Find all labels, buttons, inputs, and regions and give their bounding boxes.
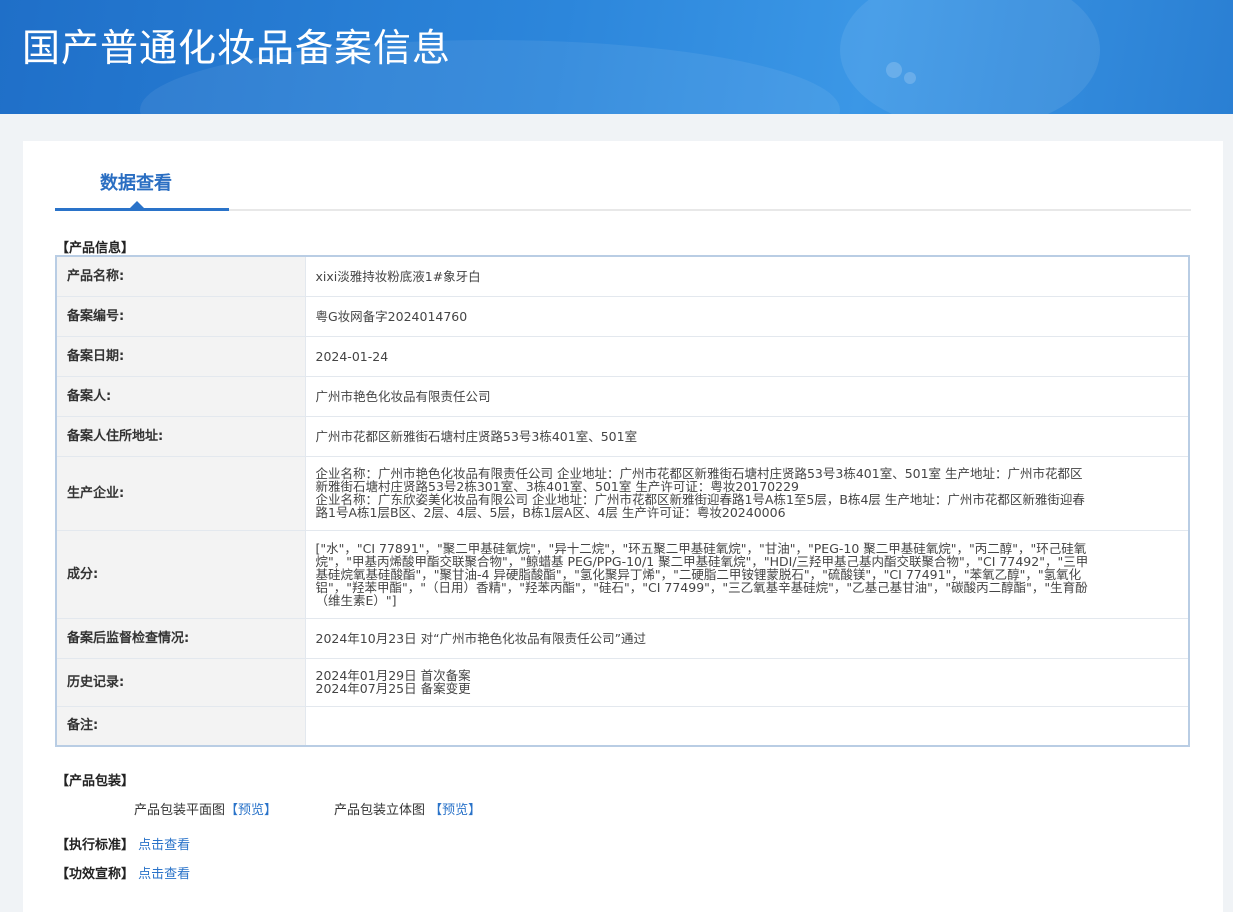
packaging-solid-row: 产品包装立体图 【预览】 <box>334 799 481 818</box>
standard-label: 【执行标准】 <box>56 838 135 853</box>
row-label: 历史记录: <box>55 657 306 707</box>
product-info-table: 产品名称: xixi淡雅持妆粉底液1#象牙白 备案编号: 粤G妆网备字20240… <box>55 255 1190 747</box>
row-label: 备案后监督检查情况: <box>55 617 306 659</box>
packaging-solid-label: 产品包装立体图 <box>334 803 426 818</box>
filing-number-value: 粤G妆网备字2024014760 <box>304 295 1190 337</box>
content-card: 数据查看 【产品信息】 产品名称: xixi淡雅持妆粉底液1#象牙白 备案编号:… <box>23 141 1223 912</box>
row-label: 备注: <box>55 705 306 747</box>
table-row: 成分: ["水"，"CI 77891"，"聚二甲基硅氧烷"，"异十二烷"，"环五… <box>55 529 1190 619</box>
efficacy-view-link[interactable]: 点击查看 <box>138 867 190 882</box>
table-row: 备案编号: 粤G妆网备字2024014760 <box>55 295 1190 337</box>
banner-dot <box>886 62 902 78</box>
history-line: 2024年01月29日 首次备案 <box>315 669 471 682</box>
packaging-flat-label: 产品包装平面图 <box>134 803 226 818</box>
packaging-flat-row: 产品包装平面图【预览】 <box>134 799 277 818</box>
efficacy-row: 【功效宣称】 点击查看 <box>56 863 190 882</box>
row-label: 备案人住所地址: <box>55 415 306 457</box>
row-label: 成分: <box>55 529 306 619</box>
product-name-value: xixi淡雅持妆粉底液1#象牙白 <box>304 255 1190 297</box>
manufacturer-value: 企业名称：广州市艳色化妆品有限责任公司 企业地址：广州市花都区新雅街石塘村庄贤路… <box>304 455 1190 531</box>
history-value: 2024年01月29日 首次备案 2024年07月25日 备案变更 <box>304 657 1190 707</box>
table-row: 历史记录: 2024年01月29日 首次备案 2024年07月25日 备案变更 <box>55 657 1190 707</box>
row-label: 生产企业: <box>55 455 306 531</box>
inspection-value: 2024年10月23日 对“广州市艳色化妆品有限责任公司”通过 <box>304 617 1190 659</box>
standard-row: 【执行标准】 点击查看 <box>56 834 190 853</box>
page-title: 国产普通化妆品备案信息 <box>22 26 452 70</box>
table-row: 生产企业: 企业名称：广州市艳色化妆品有限责任公司 企业地址：广州市花都区新雅街… <box>55 455 1190 531</box>
packaging-solid-preview-link[interactable]: 【预览】 <box>429 803 481 818</box>
table-row: 备案人住所地址: 广州市花都区新雅街石塘村庄贤路53号3栋401室、501室 <box>55 415 1190 457</box>
ingredients-line: （维生素E）"] <box>315 593 397 607</box>
ingredients-value: ["水"，"CI 77891"，"聚二甲基硅氧烷"，"异十二烷"，"环五聚二甲基… <box>304 529 1190 619</box>
packaging-section-label: 【产品包装】 <box>56 774 135 789</box>
ingredients-line: ["水"，"CI 77891"，"聚二甲基硅氧烷"，"异十二烷"，"环五聚二甲基… <box>315 541 1087 555</box>
filer-value: 广州市艳色化妆品有限责任公司 <box>304 375 1190 417</box>
row-label: 备案编号: <box>55 295 306 337</box>
filer-address-value: 广州市花都区新雅街石塘村庄贤路53号3栋401室、501室 <box>304 415 1190 457</box>
manufacturer-line: 企业名称：广东欣姿美化妆品有限公司 企业地址：广州市花都区新雅街迎春路1号A栋1… <box>315 493 1085 506</box>
efficacy-label: 【功效宣称】 <box>56 867 135 882</box>
manufacturer-line: 路1号A栋1层B区、2层、4层、5层，B栋1层A区、4层 生产许可证：粤妆202… <box>315 506 786 519</box>
row-label: 备案人: <box>55 375 306 417</box>
packaging-flat-preview-link[interactable]: 【预览】 <box>225 803 277 818</box>
table-row: 备注: <box>55 705 1190 747</box>
manufacturer-line: 新雅街石塘村庄贤路53号2栋301室、3栋401室、501室 生产许可证：粤妆2… <box>315 480 800 493</box>
tab-data-view[interactable]: 数据查看 <box>55 141 229 211</box>
table-row: 产品名称: xixi淡雅持妆粉底液1#象牙白 <box>55 255 1190 297</box>
tab-label: 数据查看 <box>100 173 172 194</box>
product-info-section-label: 【产品信息】 <box>56 241 135 256</box>
table-row: 备案人: 广州市艳色化妆品有限责任公司 <box>55 375 1190 417</box>
table-row: 备案日期: 2024-01-24 <box>55 335 1190 377</box>
banner-dot <box>904 72 916 84</box>
filing-date-value: 2024-01-24 <box>304 335 1190 377</box>
tab-active-arrow-icon <box>130 201 144 208</box>
remarks-value <box>304 705 1190 747</box>
ingredients-line: 烷"，"甲基丙烯酸甲酯交联聚合物"，"鲸蜡基 PEG/PPG-10/1 聚二甲基… <box>315 554 1089 568</box>
standard-view-link[interactable]: 点击查看 <box>138 838 190 853</box>
tab-bar: 数据查看 <box>55 141 1191 211</box>
header-banner: 国产普通化妆品备案信息 <box>0 0 1233 114</box>
history-line: 2024年07月25日 备案变更 <box>315 682 471 695</box>
row-label: 备案日期: <box>55 335 306 377</box>
manufacturer-line: 企业名称：广州市艳色化妆品有限责任公司 企业地址：广州市花都区新雅街石塘村庄贤路… <box>315 467 1083 480</box>
table-row: 备案后监督检查情况: 2024年10月23日 对“广州市艳色化妆品有限责任公司”… <box>55 617 1190 659</box>
banner-decoration <box>840 0 1100 114</box>
ingredients-line: 铝"，"羟苯甲酯"，"（日用）香精"，"羟苯丙酯"，"硅石"，"CI 77499… <box>315 580 1088 594</box>
ingredients-line: 基硅烷氧基硅酸酯"，"聚甘油-4 异硬脂酸酯"，"氢化聚异丁烯"，"二硬脂二甲铵… <box>315 567 1082 581</box>
row-label: 产品名称: <box>55 255 306 297</box>
